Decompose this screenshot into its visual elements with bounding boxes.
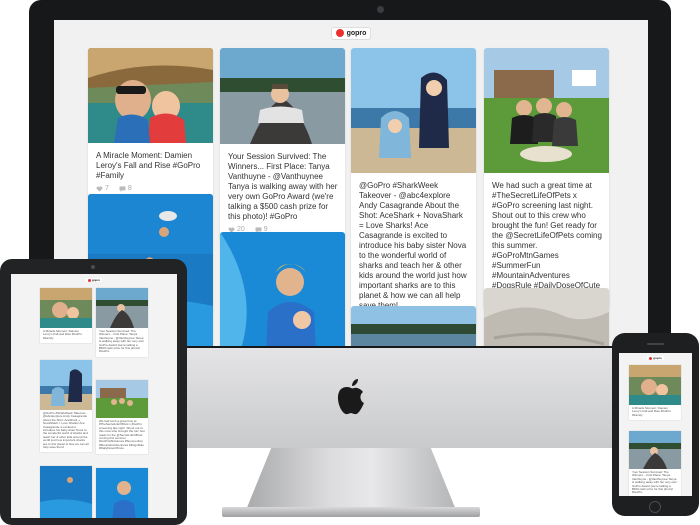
feed-card[interactable]	[96, 468, 148, 518]
gopro-logo-icon	[335, 29, 344, 37]
feed-caption: We had such a great time at #TheSecretLi…	[492, 181, 602, 290]
feed-photo	[96, 468, 148, 518]
comment-value: 8	[127, 185, 132, 192]
feed-card[interactable]: @GoPro #SharkWeek Takeover - @abc4explor…	[40, 360, 92, 453]
iphone-device: gopro A Miracle Moment: Damien Leroy's F…	[612, 333, 699, 516]
ipad-device: gopro A Miracle Moment: Damien Leroy's F…	[0, 259, 187, 525]
feed-caption: A Miracle Moment: Damien Leroy's Fall an…	[632, 406, 672, 417]
comment-icon	[119, 185, 126, 192]
feed-photo	[484, 48, 609, 173]
feed-card[interactable]: Your Session Survived: The Winners... Fi…	[96, 288, 148, 357]
feed-card[interactable]	[40, 466, 92, 518]
apple-logo-icon	[337, 379, 364, 415]
device-showcase: gopro A Miracle Moment: Damien Leroy's F…	[0, 0, 700, 525]
feed-caption: @GoPro #SharkWeek Takeover - @abc4explor…	[43, 411, 89, 450]
feed-card[interactable]: Your Session Survived: The Winners... Fi…	[220, 48, 345, 240]
feed-photo	[220, 232, 345, 346]
like-value: 7	[105, 185, 109, 192]
imac-stand	[246, 448, 456, 510]
feed-photo	[351, 306, 476, 346]
like-count[interactable]: 7	[96, 185, 109, 192]
feed-caption: Your Session Survived: The Winners... Fi…	[632, 470, 678, 495]
feed-photo	[351, 48, 476, 173]
feed-caption: Your Session Survived: The Winners... Fi…	[228, 152, 338, 221]
gopro-logo-icon	[87, 278, 91, 282]
brand-name: gopro	[346, 29, 367, 37]
brand-header: gopro	[619, 356, 692, 360]
feed-card[interactable]	[220, 232, 345, 346]
brand-badge[interactable]: gopro	[85, 278, 103, 282]
imac-foot	[222, 507, 480, 517]
feed-card[interactable]	[484, 288, 609, 346]
feed-photo	[484, 288, 609, 346]
feed-photo	[220, 48, 345, 144]
feed-card[interactable]	[351, 306, 476, 346]
iphone-screen: gopro A Miracle Moment: Damien Leroy's F…	[619, 353, 692, 496]
feed-photo	[96, 288, 148, 328]
feed-photo	[629, 431, 681, 469]
feed-card[interactable]: @GoPro #SharkWeek Takeover - @abc4explor…	[351, 48, 476, 329]
ipad-screen: gopro A Miracle Moment: Damien Leroy's F…	[11, 274, 177, 518]
feed-card[interactable]: We had such a great time at #TheSecretLi…	[96, 380, 148, 454]
camera-icon	[91, 265, 95, 269]
home-button[interactable]	[649, 501, 661, 513]
brand-name: gopro	[653, 356, 662, 360]
speaker-grille	[647, 343, 664, 345]
heart-icon	[96, 185, 103, 192]
feed-caption: Your Session Survived: The Winners... Fi…	[99, 329, 145, 354]
feed-photo	[629, 365, 681, 405]
feed-caption: A Miracle Moment: Damien Leroy's Fall an…	[43, 329, 83, 340]
feed-caption: A Miracle Moment: Damien Leroy's Fall an…	[96, 151, 201, 180]
feed-photo	[40, 466, 92, 518]
brand-badge[interactable]: gopro	[647, 356, 664, 360]
brand-header: gopro	[11, 278, 177, 282]
feed-card[interactable]: We had such a great time at #TheSecretLi…	[484, 48, 609, 309]
feed-card[interactable]: A Miracle Moment: Damien Leroy's Fall an…	[40, 288, 92, 344]
feed-photo	[40, 288, 92, 328]
feed-card[interactable]: A Miracle Moment: Damien Leroy's Fall an…	[629, 365, 681, 421]
comment-count[interactable]: 8	[119, 185, 132, 192]
gopro-logo-icon	[649, 356, 653, 360]
brand-header: gopro	[54, 20, 648, 46]
brand-name: gopro	[91, 278, 101, 282]
feed-photo	[40, 360, 92, 410]
feed-photo	[96, 380, 148, 418]
feed-photo	[88, 48, 213, 143]
feed-card[interactable]: A Miracle Moment: Damien Leroy's Fall an…	[88, 48, 213, 199]
feed-caption: @GoPro #SharkWeek Takeover - @abc4explor…	[359, 181, 467, 310]
camera-icon	[377, 6, 384, 13]
feed-caption: We had such a great time at #TheSecretLi…	[99, 419, 145, 451]
brand-badge[interactable]: gopro	[330, 26, 372, 40]
feed-card[interactable]: Your Session Survived: The Winners... Fi…	[629, 431, 681, 496]
